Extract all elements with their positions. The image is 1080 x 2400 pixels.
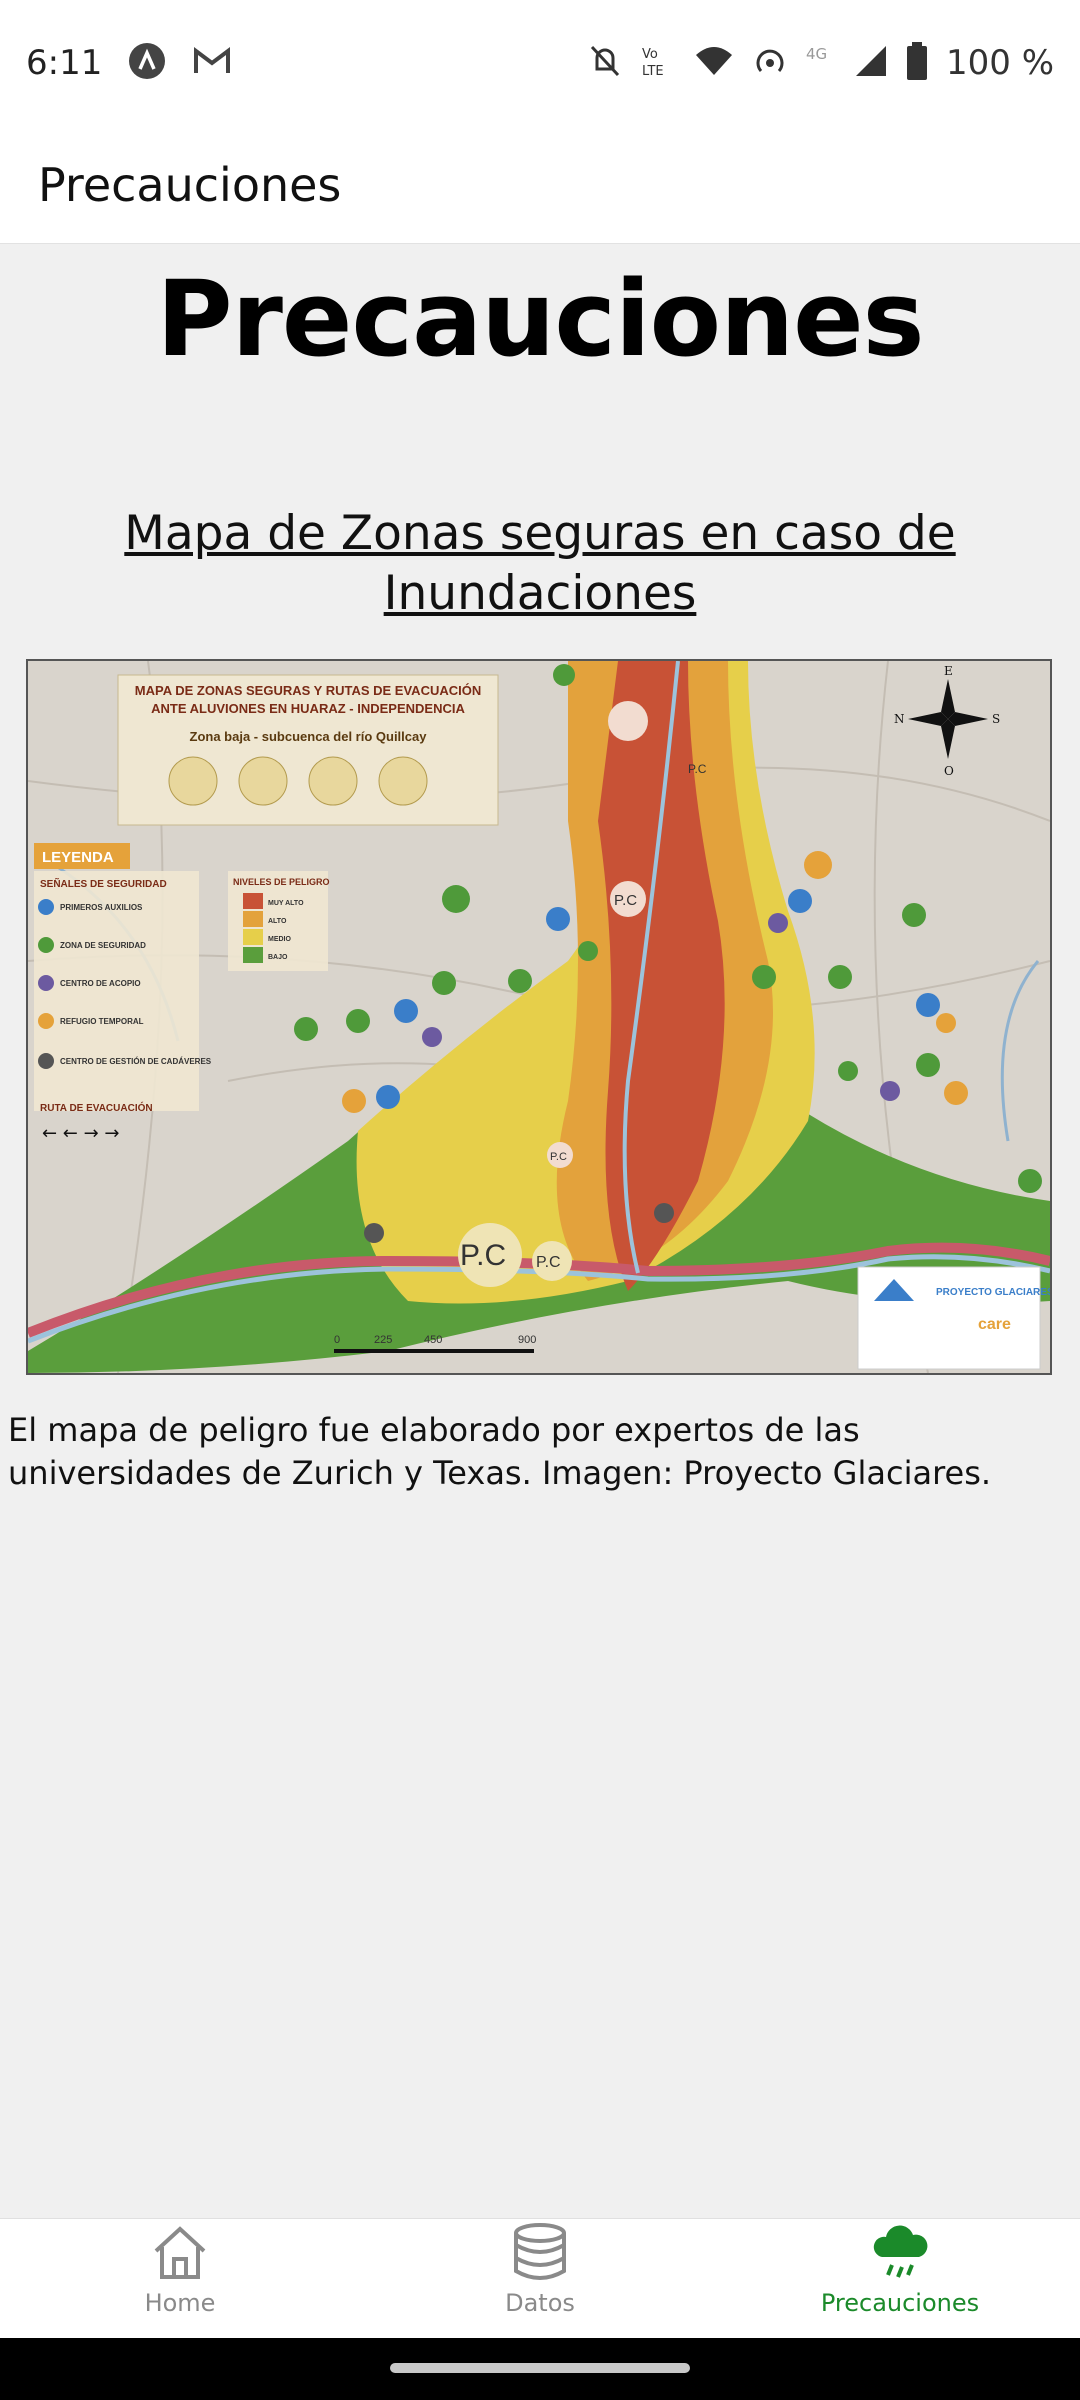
signal-icon bbox=[854, 44, 888, 82]
pc-marker-5: P.C bbox=[688, 762, 707, 776]
nav-datos[interactable]: Datos bbox=[360, 2219, 720, 2339]
legend-item-3: CENTRO DE ACOPIO bbox=[60, 979, 141, 988]
gesture-bar bbox=[0, 2338, 1080, 2400]
volte-icon: Vo LTE bbox=[640, 43, 676, 83]
battery-percentage: 100 % bbox=[945, 43, 1054, 83]
pc-marker-4: P.C bbox=[536, 1254, 561, 1271]
nav-precauciones[interactable]: Precauciones bbox=[720, 2219, 1080, 2339]
pc-marker-2: P.C bbox=[550, 1151, 567, 1163]
home-icon bbox=[148, 2221, 212, 2287]
gmail-icon bbox=[192, 45, 232, 81]
danger-level-1: MUY ALTO bbox=[268, 900, 304, 907]
silent-icon bbox=[588, 43, 622, 83]
status-time: 6:11 bbox=[26, 43, 103, 83]
hotspot-icon bbox=[752, 43, 788, 83]
rain-cloud-icon bbox=[868, 2221, 932, 2287]
nav-home-label: Home bbox=[144, 2289, 216, 2317]
pc-marker-3: P.C bbox=[460, 1239, 506, 1272]
app-bar-title: Precauciones bbox=[38, 157, 342, 212]
credit-glaciares: PROYECTO GLACIARES bbox=[936, 1287, 1050, 1298]
danger-level-4: BAJO bbox=[268, 954, 288, 961]
battery-icon bbox=[906, 42, 928, 84]
bottom-navigation: Home Datos Precauciones bbox=[0, 2218, 1080, 2339]
page-heading: Precauciones bbox=[156, 258, 924, 380]
svg-text:450: 450 bbox=[424, 1334, 442, 1346]
map-link[interactable]: Mapa de Zonas seguras en caso de Inundac… bbox=[80, 504, 1000, 624]
legend-item-5: CENTRO DE GESTIÓN DE CADÁVERES bbox=[60, 1057, 212, 1066]
svg-text:900: 900 bbox=[518, 1334, 536, 1346]
main-content[interactable]: Precauciones Mapa de Zonas seguras en ca… bbox=[0, 244, 1080, 2218]
svg-text:E: E bbox=[944, 664, 953, 678]
flood-safe-zones-map[interactable]: MAPA DE ZONAS SEGURAS Y RUTAS DE EVACUAC… bbox=[26, 659, 1052, 1375]
map-graphic: MAPA DE ZONAS SEGURAS Y RUTAS DE EVACUAC… bbox=[28, 661, 1050, 1373]
danger-level-2: ALTO bbox=[268, 918, 287, 925]
nav-datos-label: Datos bbox=[505, 2289, 575, 2317]
pc-marker-1: P.C bbox=[614, 892, 637, 909]
status-left: 6:11 bbox=[26, 42, 232, 84]
map-title-line1: MAPA DE ZONAS SEGURAS Y RUTAS DE EVACUAC… bbox=[135, 683, 481, 698]
status-right: Vo LTE 4G 100 % bbox=[588, 42, 1054, 84]
svg-text:Vo: Vo bbox=[642, 47, 658, 62]
svg-text:S: S bbox=[992, 712, 1000, 726]
svg-text:0: 0 bbox=[334, 1334, 340, 1346]
map-title-line2: ANTE ALUVIONES EN HUARAZ - INDEPENDENCIA bbox=[151, 701, 465, 716]
svg-text:225: 225 bbox=[374, 1334, 392, 1346]
4g-icon: 4G bbox=[806, 43, 836, 83]
app-a-icon bbox=[128, 42, 166, 84]
legend-item-2: ZONA DE SEGURIDAD bbox=[60, 941, 146, 950]
gesture-pill[interactable] bbox=[390, 2363, 690, 2373]
nav-precauciones-label: Precauciones bbox=[820, 2289, 980, 2317]
wifi-icon bbox=[694, 45, 734, 81]
legend-danger-title: NIVELES DE PELIGRO bbox=[233, 877, 330, 887]
legend-title: LEYENDA bbox=[42, 849, 114, 866]
map-subtitle: Zona baja - subcuenca del río Quillcay bbox=[190, 729, 428, 744]
danger-level-3: MEDIO bbox=[268, 936, 292, 943]
svg-text:N: N bbox=[894, 712, 905, 726]
legend-safety-title: SEÑALES DE SEGURIDAD bbox=[40, 877, 167, 890]
svg-text:4G: 4G bbox=[806, 45, 827, 63]
legend-item-1: PRIMEROS AUXILIOS bbox=[60, 903, 143, 912]
database-icon bbox=[508, 2221, 572, 2287]
svg-text:← ← → →: ← ← → → bbox=[42, 1123, 120, 1144]
route-label: RUTA DE EVACUACIÓN bbox=[40, 1101, 153, 1114]
nav-home[interactable]: Home bbox=[0, 2219, 360, 2339]
map-caption: El mapa de peligro fue elaborado por exp… bbox=[8, 1411, 992, 1492]
legend-item-4: REFUGIO TEMPORAL bbox=[60, 1017, 144, 1026]
svg-text:LTE: LTE bbox=[642, 64, 664, 79]
credit-care: care bbox=[978, 1316, 1011, 1333]
status-bar: 6:11 Vo LTE 4G 100 % bbox=[0, 0, 1080, 126]
app-bar: Precauciones bbox=[0, 126, 1080, 244]
svg-text:O: O bbox=[944, 764, 954, 778]
